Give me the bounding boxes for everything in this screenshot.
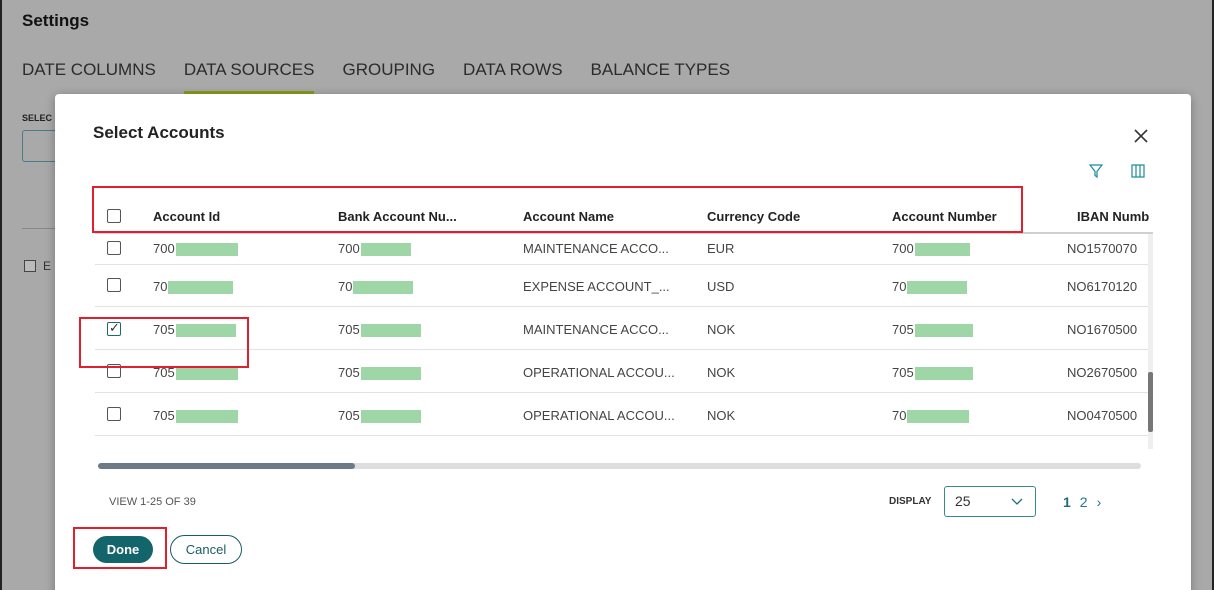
cell-bank-account-number: 700 <box>338 241 411 257</box>
cell-account-number: 70 <box>892 279 968 295</box>
pagination-summary: VIEW 1-25 OF 39 <box>109 496 196 508</box>
annotation-selected-row-highlight <box>79 317 249 368</box>
cell-currency-code: NOK <box>707 408 736 423</box>
settings-tabs: DATE COLUMNS DATA SOURCES GROUPING DATA … <box>22 60 758 94</box>
cell-currency-code: NOK <box>707 365 736 380</box>
tab-data-sources[interactable]: DATA SOURCES <box>183 60 314 94</box>
background-checkbox <box>24 260 36 272</box>
display-label: DISPLAY <box>889 496 932 507</box>
row-checkbox[interactable] <box>107 278 121 292</box>
cell-currency-code: NOK <box>707 322 736 337</box>
background-checkbox-label: E <box>43 259 52 273</box>
table-row[interactable]: 705 705 OPERATIONAL ACCOU... NOK 70 NO04… <box>95 394 1153 436</box>
horizontal-scrollbar[interactable] <box>98 463 1141 469</box>
page-2-link[interactable]: 2 <box>1080 494 1088 510</box>
annotation-header-highlight <box>92 186 1023 233</box>
cell-account-number: 705 <box>892 322 973 338</box>
cell-currency-code: EUR <box>707 241 735 256</box>
vertical-scrollbar-thumb[interactable] <box>1148 372 1153 432</box>
cell-account-id: 70 <box>153 279 234 295</box>
vertical-scrollbar[interactable] <box>1148 234 1153 449</box>
pagination: 1 2 › <box>1063 494 1101 510</box>
table-row[interactable]: 705 705 OPERATIONAL ACCOU... NOK 705 NO2… <box>95 351 1153 393</box>
frame-left-border <box>0 0 2 590</box>
close-icon[interactable] <box>1131 126 1151 146</box>
tab-date-columns[interactable]: DATE COLUMNS <box>22 60 156 94</box>
tab-balance-types[interactable]: BALANCE TYPES <box>591 60 731 94</box>
cell-bank-account-number: 705 <box>338 365 421 381</box>
page-size-value: 25 <box>955 493 971 509</box>
cell-bank-account-number: 705 <box>338 322 421 338</box>
accounts-table: Account Id Bank Account Nu... Account Na… <box>95 198 1153 470</box>
cell-account-name: MAINTENANCE ACCO... <box>523 241 669 256</box>
table-row[interactable]: 700 700 MAINTENANCE ACCO... EUR 700 NO15… <box>95 235 1153 265</box>
cell-account-number: 70 <box>892 408 970 424</box>
cell-account-number: 700 <box>892 241 970 257</box>
cell-account-id: 705 <box>153 408 238 424</box>
filter-icon[interactable] <box>1089 164 1103 178</box>
column-header-iban-number[interactable]: IBAN Numb <box>1077 209 1149 224</box>
cell-account-number: 705 <box>892 365 973 381</box>
done-button[interactable]: Done <box>93 536 153 563</box>
page-size-select[interactable]: 25 <box>944 486 1036 517</box>
cell-iban-number: NO2670500 <box>1067 365 1138 380</box>
dialog-title: Select Accounts <box>93 123 225 142</box>
cell-account-name: OPERATIONAL ACCOU... <box>523 408 675 423</box>
cell-iban-number: NO6170120 <box>1067 279 1138 294</box>
table-row[interactable]: 70 70 EXPENSE ACCOUNT_... USD 70 NO61701… <box>95 265 1153 307</box>
select-accounts-dialog: Select Accounts Account Id Bank Account … <box>55 94 1191 590</box>
cell-bank-account-number: 70 <box>338 279 414 295</box>
cell-iban-number: NO1670500 <box>1067 322 1138 337</box>
tab-data-rows[interactable]: DATA ROWS <box>463 60 563 94</box>
tab-grouping[interactable]: GROUPING <box>342 60 435 94</box>
row-checkbox[interactable] <box>107 241 121 255</box>
cell-iban-number: NO1570070 <box>1067 241 1138 256</box>
horizontal-scrollbar-thumb[interactable] <box>98 463 355 469</box>
page-1-link[interactable]: 1 <box>1063 494 1071 510</box>
cell-account-name: OPERATIONAL ACCOU... <box>523 365 675 380</box>
background-field-label: SELEC <box>22 113 53 123</box>
chevron-right-icon[interactable]: › <box>1097 494 1102 510</box>
cell-currency-code: USD <box>707 279 735 294</box>
chevron-down-icon <box>1011 498 1023 505</box>
cell-bank-account-number: 705 <box>338 408 421 424</box>
cancel-button[interactable]: Cancel <box>170 535 242 564</box>
page-title: Settings <box>22 11 90 30</box>
columns-icon[interactable] <box>1131 164 1145 178</box>
cell-iban-number: NO0470500 <box>1067 408 1138 423</box>
cell-account-name: EXPENSE ACCOUNT_... <box>523 279 670 294</box>
row-checkbox[interactable] <box>107 407 121 421</box>
cell-account-name: MAINTENANCE ACCO... <box>523 322 669 337</box>
cell-account-id: 700 <box>153 241 238 257</box>
table-row[interactable]: 705 705 MAINTENANCE ACCO... NOK 705 NO16… <box>95 308 1153 350</box>
